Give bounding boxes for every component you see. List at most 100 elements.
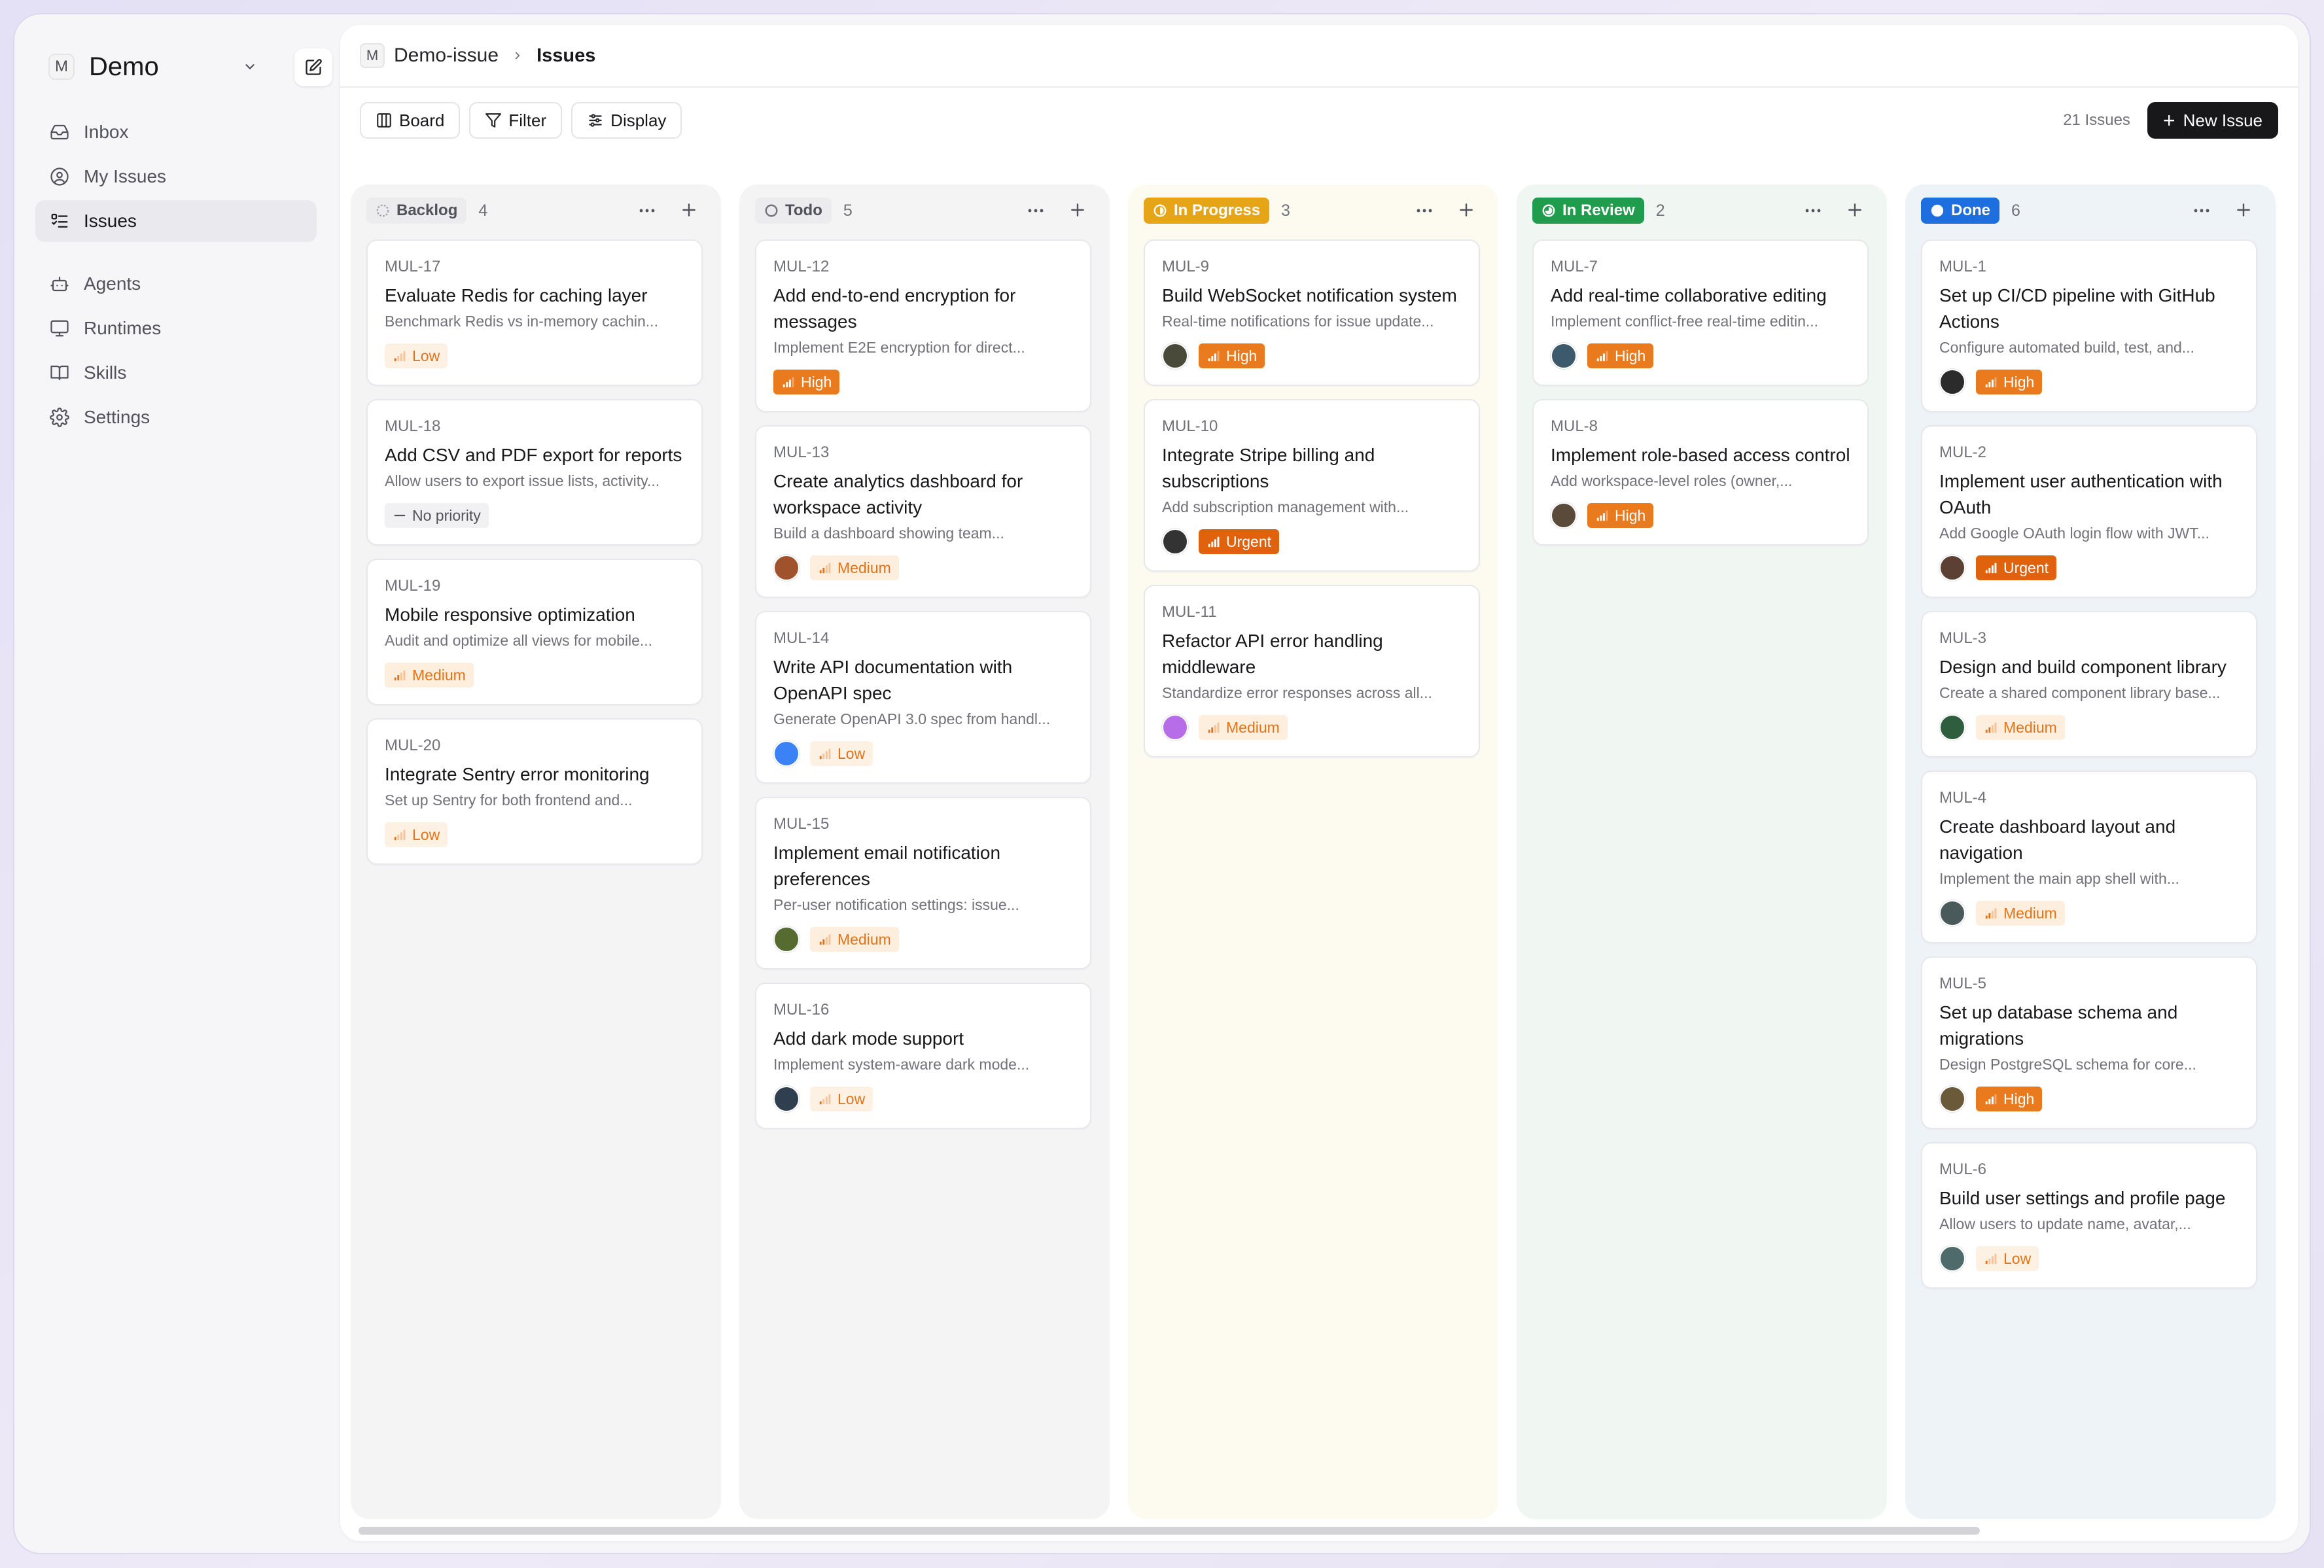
issue-id: MUL-17: [385, 258, 441, 275]
card-list: MUL-7 Add real-time collaborative editing…: [1532, 239, 1871, 546]
avatar[interactable]: [1939, 555, 1965, 581]
issue-card[interactable]: MUL-9 Build WebSocket notification system…: [1144, 239, 1480, 386]
new-issue-button[interactable]: + New Issue: [2147, 102, 2278, 139]
priority-badge[interactable]: Medium: [385, 663, 474, 688]
column-count: 4: [478, 201, 488, 220]
priority-badge[interactable]: Low: [810, 741, 873, 766]
issue-card[interactable]: MUL-10 Integrate Stripe billing and subsc…: [1144, 399, 1480, 572]
issue-footer: Low: [1939, 1246, 2239, 1272]
avatar[interactable]: [1939, 1246, 1965, 1272]
avatar[interactable]: [1551, 343, 1577, 369]
priority-badge[interactable]: No priority: [385, 503, 489, 528]
chevron-down-icon[interactable]: [238, 55, 262, 78]
priority-badge[interactable]: High: [773, 370, 840, 394]
issue-card[interactable]: MUL-17 Evaluate Redis for caching layer Be…: [366, 239, 703, 386]
more-icon[interactable]: [2192, 203, 2211, 218]
priority-badge[interactable]: Medium: [810, 927, 899, 952]
priority-badge[interactable]: High: [1587, 503, 1654, 528]
priority-badge[interactable]: Medium: [1976, 901, 2065, 926]
avatar[interactable]: [1939, 714, 1965, 740]
issue-card[interactable]: MUL-12 Add end-to-end encryption for mess…: [755, 239, 1091, 412]
board-view-button[interactable]: Board: [360, 102, 461, 139]
sidebar-item-settings[interactable]: Settings: [35, 396, 317, 438]
priority-badge[interactable]: High: [1976, 1087, 2043, 1111]
more-icon[interactable]: [1026, 203, 1046, 218]
issue-card[interactable]: MUL-19 Mobile responsive optimization Audi…: [366, 559, 703, 705]
more-icon[interactable]: [637, 203, 657, 218]
workspace-switcher[interactable]: M Demo: [35, 43, 332, 90]
issue-card[interactable]: MUL-1 Set up CI/CD pipeline with GitHub A…: [1921, 239, 2257, 412]
avatar[interactable]: [1551, 502, 1577, 529]
issue-card[interactable]: MUL-7 Add real-time collaborative editing…: [1532, 239, 1869, 386]
avatar[interactable]: [773, 926, 800, 952]
avatar[interactable]: [1939, 900, 1965, 926]
priority-badge[interactable]: Medium: [810, 555, 899, 580]
issue-footer: Urgent: [1939, 555, 2239, 581]
sidebar-item-skills[interactable]: Skills: [35, 352, 317, 394]
plus-icon[interactable]: [2232, 199, 2255, 221]
priority-badge[interactable]: Medium: [1199, 715, 1288, 740]
priority-label: Low: [412, 826, 440, 843]
priority-badge[interactable]: Medium: [1976, 715, 2065, 740]
issue-card[interactable]: MUL-8 Implement role-based access control…: [1532, 399, 1869, 546]
priority-badge[interactable]: High: [1976, 370, 2043, 394]
priority-badge[interactable]: Low: [1976, 1246, 2039, 1271]
issue-card[interactable]: MUL-6 Build user settings and profile pag…: [1921, 1142, 2257, 1289]
issue-card[interactable]: MUL-3 Design and build component library C…: [1921, 611, 2257, 758]
more-icon[interactable]: [1415, 203, 1434, 218]
priority-icon: [1208, 722, 1220, 733]
horizontal-scrollbar[interactable]: [359, 1527, 1980, 1535]
issue-card[interactable]: MUL-18 Add CSV and PDF export for reports…: [366, 399, 703, 546]
column-header: In Progress 3: [1144, 184, 1483, 237]
avatar[interactable]: [1162, 529, 1188, 555]
avatar[interactable]: [1939, 369, 1965, 395]
avatar[interactable]: [1162, 343, 1188, 369]
issue-footer: High: [1939, 369, 2239, 395]
breadcrumb-project[interactable]: Demo-issue: [394, 44, 499, 67]
issue-card[interactable]: MUL-2 Implement user authentication with …: [1921, 425, 2257, 598]
issue-id: MUL-20: [385, 737, 441, 754]
priority-icon: [1985, 563, 1997, 574]
priority-badge[interactable]: Low: [810, 1087, 873, 1111]
priority-badge[interactable]: Low: [385, 822, 448, 847]
more-icon[interactable]: [1803, 203, 1823, 218]
priority-badge[interactable]: Urgent: [1199, 529, 1280, 554]
avatar[interactable]: [773, 555, 800, 581]
sidebar-item-my-issues[interactable]: My Issues: [35, 156, 317, 198]
issue-card[interactable]: MUL-5 Set up database schema and migratio…: [1921, 956, 2257, 1129]
plus-icon[interactable]: [1455, 199, 1477, 221]
compose-button[interactable]: [294, 48, 332, 86]
plus-icon[interactable]: [678, 199, 700, 221]
avatar[interactable]: [773, 1086, 800, 1112]
avatar[interactable]: [1162, 714, 1188, 740]
priority-badge[interactable]: High: [1199, 343, 1265, 368]
issue-card[interactable]: MUL-11 Refactor API error handling middle…: [1144, 585, 1480, 758]
priority-badge[interactable]: Urgent: [1976, 555, 2057, 580]
sidebar: M Demo Inbox My Issues Issues Agents Run…: [14, 14, 338, 1553]
sidebar-item-inbox[interactable]: Inbox: [35, 111, 317, 153]
issue-footer: Medium: [1162, 714, 1462, 740]
priority-icon: [1985, 722, 1997, 733]
priority-badge[interactable]: High: [1587, 343, 1654, 368]
new-issue-label: New Issue: [2183, 110, 2262, 130]
issue-card[interactable]: MUL-14 Write API documentation with OpenA…: [755, 611, 1091, 784]
filter-button[interactable]: Filter: [469, 102, 563, 139]
board-label: Board: [399, 110, 445, 130]
issue-card[interactable]: MUL-4 Create dashboard layout and navigat…: [1921, 771, 2257, 943]
avatar[interactable]: [1939, 1086, 1965, 1112]
issue-card[interactable]: MUL-16 Add dark mode support Implement sys…: [755, 983, 1091, 1129]
sidebar-item-agents[interactable]: Agents: [35, 263, 317, 305]
display-button[interactable]: Display: [571, 102, 682, 139]
issue-card[interactable]: MUL-13 Create analytics dashboard for wor…: [755, 425, 1091, 598]
avatar[interactable]: [773, 740, 800, 767]
sidebar-item-runtimes[interactable]: Runtimes: [35, 307, 317, 349]
page-title: Issues: [537, 44, 596, 66]
issue-description: Build a dashboard showing team...: [773, 525, 1004, 542]
priority-badge[interactable]: Low: [385, 343, 448, 368]
sidebar-item-issues[interactable]: Issues: [35, 200, 317, 242]
issue-card[interactable]: MUL-20 Integrate Sentry error monitoring S…: [366, 718, 703, 865]
issue-card[interactable]: MUL-15 Implement email notification prefe…: [755, 797, 1091, 969]
plus-icon[interactable]: [1844, 199, 1866, 221]
plus-icon[interactable]: [1066, 199, 1089, 221]
issue-footer: Low: [773, 1086, 1073, 1112]
